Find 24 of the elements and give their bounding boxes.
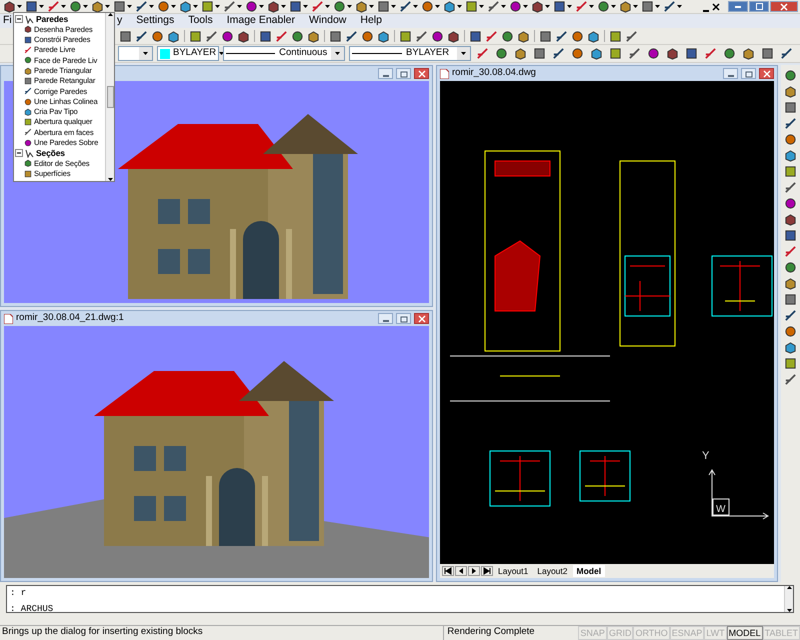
menu-item[interactable]: Tools — [181, 13, 220, 29]
menu-item[interactable]: Window — [302, 13, 354, 29]
window-title: romir_30.08.04.dwg — [452, 66, 536, 80]
linetype-dropdown[interactable]: Continuous — [223, 46, 345, 61]
linetype-label: BYLAYER — [406, 46, 450, 60]
menu-item[interactable]: Help — [353, 13, 389, 29]
window-title: romir_30.08.04_21.dwg:1 — [16, 311, 124, 326]
lineweight-dropdown[interactable]: BYLAYER — [349, 46, 471, 61]
command-line-text: : ARCHUS — [9, 602, 54, 616]
layout-tab[interactable]: Layout2 — [533, 564, 572, 578]
tree-group[interactable]: Seções — [36, 146, 65, 160]
axis-label: W — [716, 504, 726, 515]
command-line-text: : r — [9, 587, 28, 600]
axis-label: Y — [702, 450, 710, 462]
layout-tab[interactable]: Layout1 — [494, 564, 532, 578]
linetype-label: Continuous — [279, 46, 328, 60]
menu-item[interactable]: y — [114, 13, 130, 29]
tree-group[interactable]: Paredes — [36, 12, 68, 26]
layout-tab[interactable]: Model — [572, 564, 606, 578]
status-message: Brings up the dialog for inserting existing blocks — [1, 625, 204, 640]
status-toggle[interactable]: MODEL — [726, 626, 763, 640]
color-label: BYLAYER — [173, 46, 216, 60]
menu-item[interactable]: Image Enabler — [220, 13, 302, 29]
menu-item[interactable]: Settings — [129, 13, 182, 29]
